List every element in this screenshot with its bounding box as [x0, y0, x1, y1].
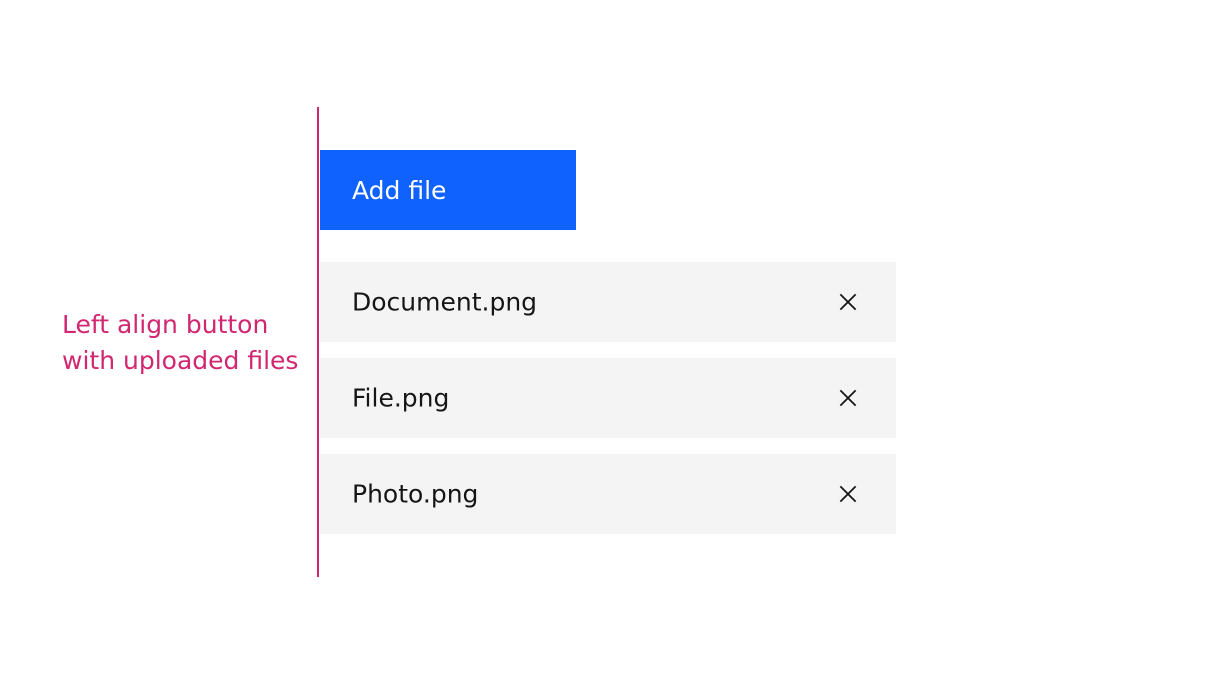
remove-file-button[interactable]: [832, 286, 864, 318]
annotation-line-1: Left align button: [62, 310, 269, 339]
uploaded-file-list: Document.png File.png Photo.png: [320, 262, 896, 550]
file-item: File.png: [320, 358, 896, 438]
close-icon: [839, 293, 857, 311]
remove-file-button[interactable]: [832, 478, 864, 510]
file-item: Document.png: [320, 262, 896, 342]
annotation-line-2: with uploaded files: [62, 346, 299, 375]
file-item: Photo.png: [320, 454, 896, 534]
file-name: File.png: [352, 383, 450, 413]
file-name: Photo.png: [352, 479, 479, 509]
file-name: Document.png: [352, 287, 538, 317]
add-file-button[interactable]: Add file: [320, 150, 576, 230]
remove-file-button[interactable]: [832, 382, 864, 414]
close-icon: [839, 389, 857, 407]
alignment-annotation: Left align button with uploaded files: [62, 307, 312, 379]
close-icon: [839, 485, 857, 503]
alignment-guide-line: [317, 107, 319, 577]
